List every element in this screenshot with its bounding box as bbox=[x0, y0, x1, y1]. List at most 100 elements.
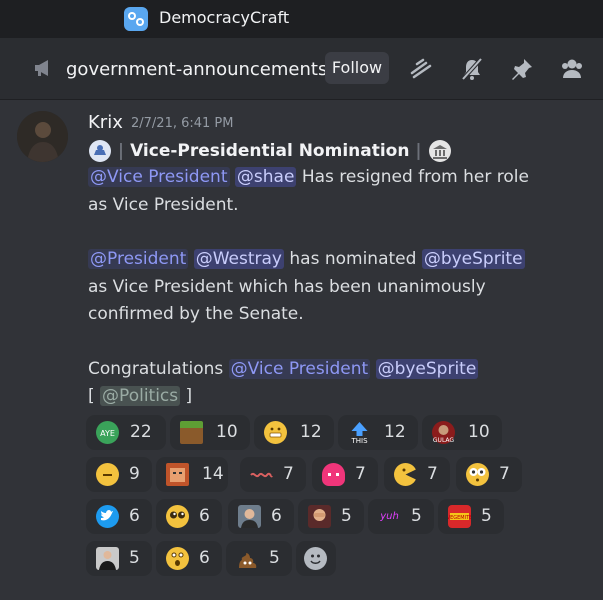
server-header: DemocracyCraft bbox=[0, 0, 603, 38]
message-text: as Vice President. bbox=[88, 195, 239, 215]
yuh-text-emoji: yuh bbox=[378, 505, 401, 528]
reaction-wave-text[interactable]: 7 bbox=[240, 457, 306, 492]
reaction-neutral[interactable]: 9 bbox=[86, 457, 152, 492]
reaction-man-portrait[interactable]: 6 bbox=[228, 499, 294, 534]
astonished-emoji bbox=[166, 547, 189, 570]
neutral-face-emoji bbox=[96, 463, 119, 486]
avatar[interactable] bbox=[17, 111, 68, 162]
reaction-flushed-eyes[interactable]: 7 bbox=[456, 457, 522, 492]
reaction-count: 7 bbox=[499, 464, 510, 484]
reaction-count: 6 bbox=[129, 506, 140, 526]
reaction-count: 6 bbox=[199, 548, 210, 568]
pacman-face-emoji bbox=[394, 463, 417, 486]
reaction-pleading[interactable]: 6 bbox=[156, 499, 222, 534]
reaction-facepalm[interactable]: 5 bbox=[298, 499, 364, 534]
threads-icon[interactable] bbox=[408, 56, 434, 82]
reaction-pixel-face[interactable]: 14 bbox=[156, 457, 228, 492]
reaction-poop[interactable]: 5 bbox=[226, 541, 292, 576]
message-line: [ @Politics ] bbox=[88, 386, 192, 406]
svg-text:GULAG: GULAG bbox=[433, 437, 455, 444]
svg-text:VEGEMITE: VEGEMITE bbox=[448, 515, 471, 521]
pin-icon[interactable] bbox=[509, 56, 535, 82]
reaction-grimace[interactable]: 12 bbox=[254, 415, 334, 450]
reaction-count: 10 bbox=[468, 422, 490, 442]
add-reaction-icon bbox=[304, 547, 327, 570]
message-title: Vice-Presidential Nomination bbox=[130, 141, 410, 161]
message-text: has nominated bbox=[289, 249, 417, 269]
role-mention[interactable]: @Vice President bbox=[228, 359, 371, 379]
reaction-gulag[interactable]: GULAG 10 bbox=[422, 415, 502, 450]
reaction-pacman-face[interactable]: 7 bbox=[384, 457, 450, 492]
server-icon[interactable] bbox=[124, 7, 148, 31]
twitter-bird-emoji bbox=[96, 505, 119, 528]
message-line: @Vice President @shae Has resigned from … bbox=[88, 167, 529, 187]
svg-text:AYE: AYE bbox=[100, 429, 115, 438]
role-mention[interactable]: @Vice President bbox=[88, 167, 230, 187]
pleading-eyes-emoji bbox=[166, 505, 189, 528]
title-separator: | bbox=[415, 141, 422, 161]
reaction-count: 5 bbox=[481, 506, 492, 526]
reaction-count: 22 bbox=[130, 422, 152, 442]
reaction-astonished[interactable]: 6 bbox=[156, 541, 222, 576]
reaction-count: 5 bbox=[129, 548, 140, 568]
gulag-emoji: GULAG bbox=[432, 421, 455, 444]
user-mention[interactable]: @byeSprite bbox=[421, 249, 525, 269]
follow-button[interactable]: Follow bbox=[325, 52, 389, 84]
this-arrow-emoji: THIS bbox=[348, 421, 371, 445]
reaction-grass-block[interactable]: 10 bbox=[170, 415, 250, 450]
message-text: Congratulations bbox=[88, 359, 224, 379]
title-separator: | bbox=[117, 141, 125, 161]
grimace-emoji bbox=[264, 421, 287, 444]
notification-muted-icon[interactable] bbox=[459, 56, 485, 82]
author-name[interactable]: Krix bbox=[88, 112, 123, 133]
user-mention[interactable]: @shae bbox=[234, 167, 297, 187]
flushed-eyes-emoji bbox=[466, 463, 489, 486]
reaction-count: 10 bbox=[216, 422, 238, 442]
reaction-this[interactable]: THIS 12 bbox=[338, 415, 418, 450]
man-praying-emoji bbox=[96, 547, 119, 570]
reaction-count: 7 bbox=[283, 464, 294, 484]
bracket-close: ] bbox=[185, 386, 193, 406]
reaction-count: 5 bbox=[341, 506, 352, 526]
channel-header: government-announcements Follow bbox=[0, 38, 603, 100]
reaction-pink-blob[interactable]: 7 bbox=[312, 457, 378, 492]
server-name[interactable]: DemocracyCraft bbox=[159, 8, 289, 27]
reaction-count: 6 bbox=[199, 506, 210, 526]
pink-blob-emoji bbox=[322, 463, 345, 486]
reaction-count: 9 bbox=[129, 464, 140, 484]
announcement-channel-icon bbox=[35, 60, 48, 76]
role-mention[interactable]: @Politics bbox=[100, 386, 181, 406]
vegemite-emoji: VEGEMITE bbox=[447, 505, 472, 528]
government-seal-icon bbox=[88, 139, 112, 163]
message-text: as Vice President which has been unanimo… bbox=[88, 277, 486, 297]
message-text: confirmed by the Senate. bbox=[88, 304, 304, 324]
user-mention[interactable]: @Westray bbox=[193, 249, 284, 269]
member-list-icon[interactable] bbox=[559, 56, 585, 82]
bracket-open: [ bbox=[88, 386, 95, 406]
reaction-aye[interactable]: AYE 22 bbox=[86, 415, 166, 450]
message-title-line: | Vice-Presidential Nomination | bbox=[88, 139, 452, 163]
wave-text-emoji bbox=[250, 463, 273, 486]
role-mention[interactable]: @President bbox=[88, 249, 189, 269]
reaction-count: 5 bbox=[269, 548, 280, 568]
reaction-count: 7 bbox=[355, 464, 366, 484]
message-line: @President @Westray has nominated @byeSp… bbox=[88, 249, 525, 269]
facepalm-emoji bbox=[308, 505, 331, 528]
reaction-twitter[interactable]: 6 bbox=[86, 499, 152, 534]
reaction-man-praying[interactable]: 5 bbox=[86, 541, 152, 576]
svg-text:yuh: yuh bbox=[379, 511, 399, 522]
reaction-count: 12 bbox=[300, 422, 322, 442]
reaction-count: 6 bbox=[271, 506, 282, 526]
message-line: Congratulations @Vice President @byeSpri… bbox=[88, 359, 479, 379]
aye-emoji: AYE bbox=[96, 421, 119, 444]
poop-emoji bbox=[236, 547, 259, 570]
add-reaction-button[interactable] bbox=[296, 541, 336, 576]
pixel-face-emoji bbox=[166, 463, 189, 486]
grass-block-emoji bbox=[180, 421, 203, 444]
user-mention[interactable]: @byeSprite bbox=[375, 359, 479, 379]
reaction-count: 12 bbox=[384, 422, 406, 442]
message-timestamp: 2/7/21, 6:41 PM bbox=[131, 116, 234, 131]
bank-icon bbox=[428, 139, 452, 163]
reaction-yuh[interactable]: yuh 5 bbox=[368, 499, 434, 534]
reaction-vegemite[interactable]: VEGEMITE 5 bbox=[438, 499, 504, 534]
